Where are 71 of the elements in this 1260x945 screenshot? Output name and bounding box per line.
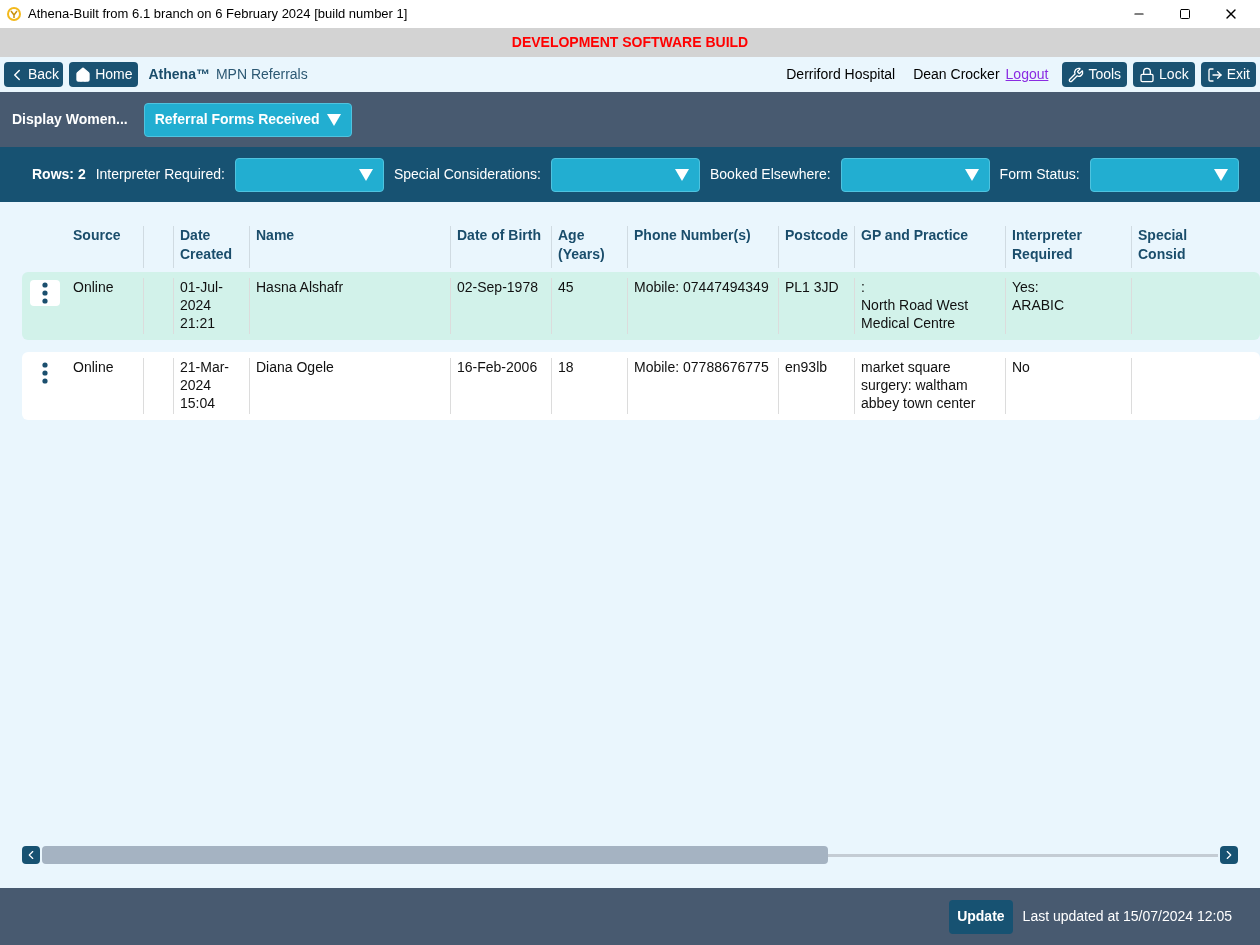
home-button[interactable]: Home [69,62,139,87]
user-name: Dean Crocker [913,65,1000,84]
column-header[interactable]: Date Created [180,226,243,264]
update-button[interactable]: Update [949,899,1013,934]
filter-dropdown[interactable] [840,157,990,192]
filter-label: Interpreter Required: [95,165,225,184]
more-icon [41,282,48,304]
filter-label: Form Status: [999,165,1080,184]
tools-icon [1068,66,1085,83]
table-row[interactable]: Online 21-Mar-2024 15:04 Diana Ogele 16-Feb-2006 18 Mobile: 07788676775 en93lb market square surgery: waltham abbey town center No [22,352,1260,420]
table-cell-text: No [1012,358,1031,376]
lock-button[interactable]: Lock [1133,62,1195,87]
filter-dropdown[interactable] [550,157,700,192]
table-cell-text: en93lb [785,358,829,376]
last-updated-label: Last updated at 15/07/2024 12:05 [1022,907,1232,926]
display-label: Display Women... [12,110,128,129]
scroll-left-button[interactable] [22,846,40,864]
filter-dropdown[interactable] [1089,157,1239,192]
column-header[interactable]: Source [73,226,137,245]
filter-dropdown[interactable] [234,157,384,192]
table-cell-text: market square surgery: waltham abbey town center [861,358,977,412]
maximize-icon [1179,8,1191,20]
tools-button[interactable]: Tools [1062,62,1128,87]
scroll-right-button[interactable] [1220,846,1238,864]
app-logo-icon [6,6,22,22]
column-header[interactable]: Age (Years) [558,226,621,264]
build-banner-title: DEVELOPMENT SOFTWARE BUILD [511,33,749,52]
table-cell-text: Mobile: 07447494349 [634,278,770,296]
table-cell-text: 02-Sep-1978 [457,278,539,296]
page-title: MPN Referrals [215,65,308,84]
more-icon [41,362,48,384]
exit-button[interactable]: Exit [1200,62,1256,87]
caret-icon [674,168,689,181]
back-button[interactable]: Back [4,62,64,87]
caret-icon [964,168,979,181]
column-header[interactable]: Interpreter Required [1012,226,1125,264]
window-title: Athena-Built from 6.1 branch on 6 February 2024 [build number 1] [28,5,408,24]
column-header[interactable]: Special Consid [1138,226,1232,264]
brand-label: Athena™ [148,65,210,84]
table-cell-text: 01-Jul-2024 21:21 [180,278,224,332]
column-header[interactable]: GP and Practice [861,226,999,245]
caret-icon [1213,168,1228,181]
home-icon [75,66,92,83]
table-cell-text: 16-Feb-2006 [457,358,539,376]
lock-icon [1139,66,1156,83]
table-cell-text: Online [73,358,115,376]
table-cell-text: PL1 3JD [785,278,840,296]
table-cell-text: 45 [558,278,575,296]
filter-label: Special Considerations: [393,165,541,184]
column-header[interactable]: Phone Number(s) [634,226,772,245]
caret-icon [358,168,373,181]
table-cell-text: Mobile: 07788676775 [634,358,770,376]
table-cell-text: 18 [558,358,575,376]
table-cell-text: 21-Mar-2024 15:04 [180,358,230,412]
filter-label: Booked Elsewhere: [709,165,831,184]
exit-icon [1206,66,1223,83]
table-row[interactable]: Online 01-Jul-2024 21:21 Hasna Alshafr 02-Sep-1978 45 Mobile: 07447494349 PL1 3JD : North Road West Medical Centre Yes: ARABIC [22,272,1260,340]
row-menu-button[interactable] [29,280,60,306]
column-header[interactable]: Postcode [785,226,848,245]
column-header[interactable]: Name [256,226,444,245]
hospital-label: Derriford Hospital [786,65,896,84]
table-cell-text: Hasna Alshafr [256,278,345,296]
table-cell-text: Yes: ARABIC [1012,278,1066,314]
table-cell-text: : North Road West Medical Centre [861,278,970,332]
caret-icon [326,113,341,126]
column-header[interactable]: Date of Birth [457,226,545,245]
scrollbar-thumb[interactable] [42,846,828,864]
table-cell-text: Online [73,278,115,296]
table-cell-text: Diana Ogele [256,358,335,376]
logout-link[interactable]: Logout [1005,64,1049,85]
row-count: Rows: 2 [32,165,86,184]
